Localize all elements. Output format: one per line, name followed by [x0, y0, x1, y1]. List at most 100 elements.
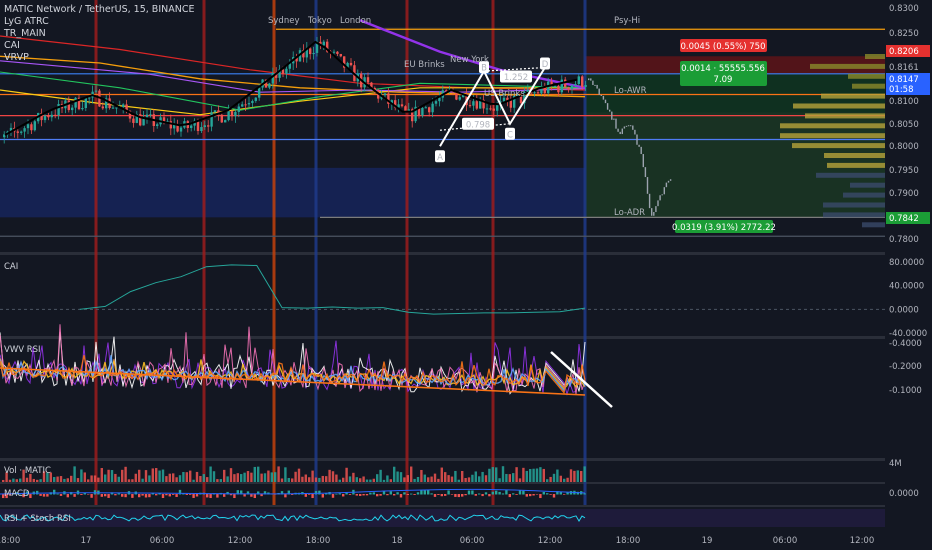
macd-histogram-bar	[454, 494, 457, 497]
volume-bar	[107, 469, 110, 482]
projected-candle	[644, 167, 647, 178]
candle-body	[156, 124, 159, 126]
session-divider-line	[583, 0, 587, 505]
volume-bar	[39, 479, 42, 482]
pane-title-rsi: RSI + Stoch RSI	[4, 514, 71, 524]
macd-histogram-bar	[80, 494, 83, 495]
volume-profile-bar	[848, 73, 885, 79]
volume-bar	[63, 478, 66, 482]
projected-candle	[653, 212, 655, 216]
macd-histogram-bar	[338, 493, 341, 495]
indicator-label-cai[interactable]: CAI	[4, 40, 20, 51]
candle-body	[207, 125, 210, 127]
volume-profile-bar	[850, 182, 885, 188]
candle-body	[81, 107, 84, 110]
time-axis-tick: 12:00	[228, 536, 253, 546]
candle-body	[547, 81, 550, 94]
volume-bar	[144, 470, 148, 482]
volume-bar	[257, 466, 260, 482]
price-tag-red-text: 0.8206	[889, 47, 919, 57]
macd-histogram-bar	[29, 494, 32, 499]
volume-bar	[583, 466, 586, 482]
projected-candle	[627, 125, 630, 127]
macd-histogram-bar	[291, 494, 294, 495]
macd-histogram-bar	[66, 494, 69, 498]
volume-bar	[478, 476, 481, 482]
volume-bar	[134, 473, 137, 482]
vwv-rsi-line	[0, 324, 586, 395]
macd-histogram-bar	[223, 494, 226, 497]
volume-bar	[420, 469, 423, 482]
price-tag-green-text: 0.7842	[889, 214, 919, 224]
price-axis-tick: 0.8300	[889, 4, 919, 14]
volume-profile-bar	[805, 113, 885, 119]
candle-body	[468, 105, 472, 107]
volume-profile-bar	[792, 143, 885, 149]
macd-histogram-bar	[138, 494, 141, 498]
macd-histogram-bar	[484, 492, 488, 495]
macd-histogram-bar	[372, 492, 375, 495]
macd-histogram-bar	[529, 494, 532, 497]
macd-histogram-bar	[399, 494, 403, 498]
volume-bar	[124, 466, 127, 482]
volume-bar	[243, 472, 246, 482]
level-label-lo-awr: Lo-AWR	[614, 86, 647, 96]
time-axis-tick: 18	[392, 536, 403, 546]
volume-bar	[165, 476, 168, 482]
chart-canvas: A B C D 0.798 1.252 Sydney Tokyo London New York E…	[0, 0, 932, 550]
volume-bar	[192, 479, 195, 482]
volume-bar	[325, 476, 328, 482]
volume-bar	[206, 477, 209, 482]
macd-histogram-bar	[498, 491, 501, 495]
macd-histogram-bar	[437, 494, 440, 495]
volume-bar	[277, 466, 280, 482]
indicator-label-lyg-atrc[interactable]: LyG ATRC	[4, 16, 49, 27]
projected-candle	[613, 118, 615, 120]
volume-bar	[372, 478, 375, 482]
candle-body	[438, 97, 441, 102]
abcd-point-label: A	[437, 153, 443, 163]
macd-histogram-bar	[478, 493, 481, 495]
indicator-label-tr-main[interactable]: TR_MAIN	[4, 28, 46, 39]
volume-bar	[90, 475, 93, 482]
macd-histogram-bar	[331, 494, 335, 498]
session-divider-line	[491, 0, 495, 505]
macd-histogram-bar	[148, 494, 151, 498]
volume-bar	[291, 478, 294, 482]
projected-candle	[600, 94, 602, 96]
volume-bar	[508, 474, 511, 482]
macd-histogram-bar	[348, 494, 352, 495]
macd-histogram-bar	[321, 494, 324, 498]
macd-histogram-bar	[542, 491, 545, 495]
session-divider-line	[94, 0, 98, 505]
price-tag-small-text: 0.8161	[889, 63, 919, 73]
volume-bar	[376, 474, 379, 482]
macd-histogram-bar	[233, 494, 236, 499]
candle-body	[560, 79, 563, 93]
projected-candle	[665, 182, 668, 188]
macd-histogram-bar	[73, 494, 76, 497]
candle-body	[285, 68, 288, 74]
candle-body	[47, 115, 50, 118]
volume-profile-bar	[827, 162, 885, 168]
macd-histogram-bar	[161, 494, 165, 499]
volume-bar	[260, 473, 263, 482]
volume-bar	[389, 479, 392, 482]
macd-histogram-bar	[131, 494, 134, 498]
volume-bar	[87, 479, 90, 482]
volume-bar	[512, 473, 515, 482]
projected-candle	[588, 78, 590, 81]
indicator-label-vrvp[interactable]: VRVP	[4, 52, 29, 63]
macd-histogram-bar	[495, 490, 498, 495]
volume-bar	[8, 479, 12, 482]
volume-bar	[345, 467, 348, 482]
volume-bar	[73, 466, 76, 482]
macd-histogram-bar	[563, 494, 566, 495]
volume-bar	[53, 477, 56, 482]
level-label-lo-adr: Lo-ADR	[614, 208, 645, 218]
macd-axis-tick: 0.0000	[889, 489, 919, 499]
projected-candle	[638, 144, 640, 147]
volume-bar	[447, 475, 450, 482]
macd-histogram-bar	[461, 494, 464, 497]
macd-histogram-bar	[243, 494, 246, 497]
